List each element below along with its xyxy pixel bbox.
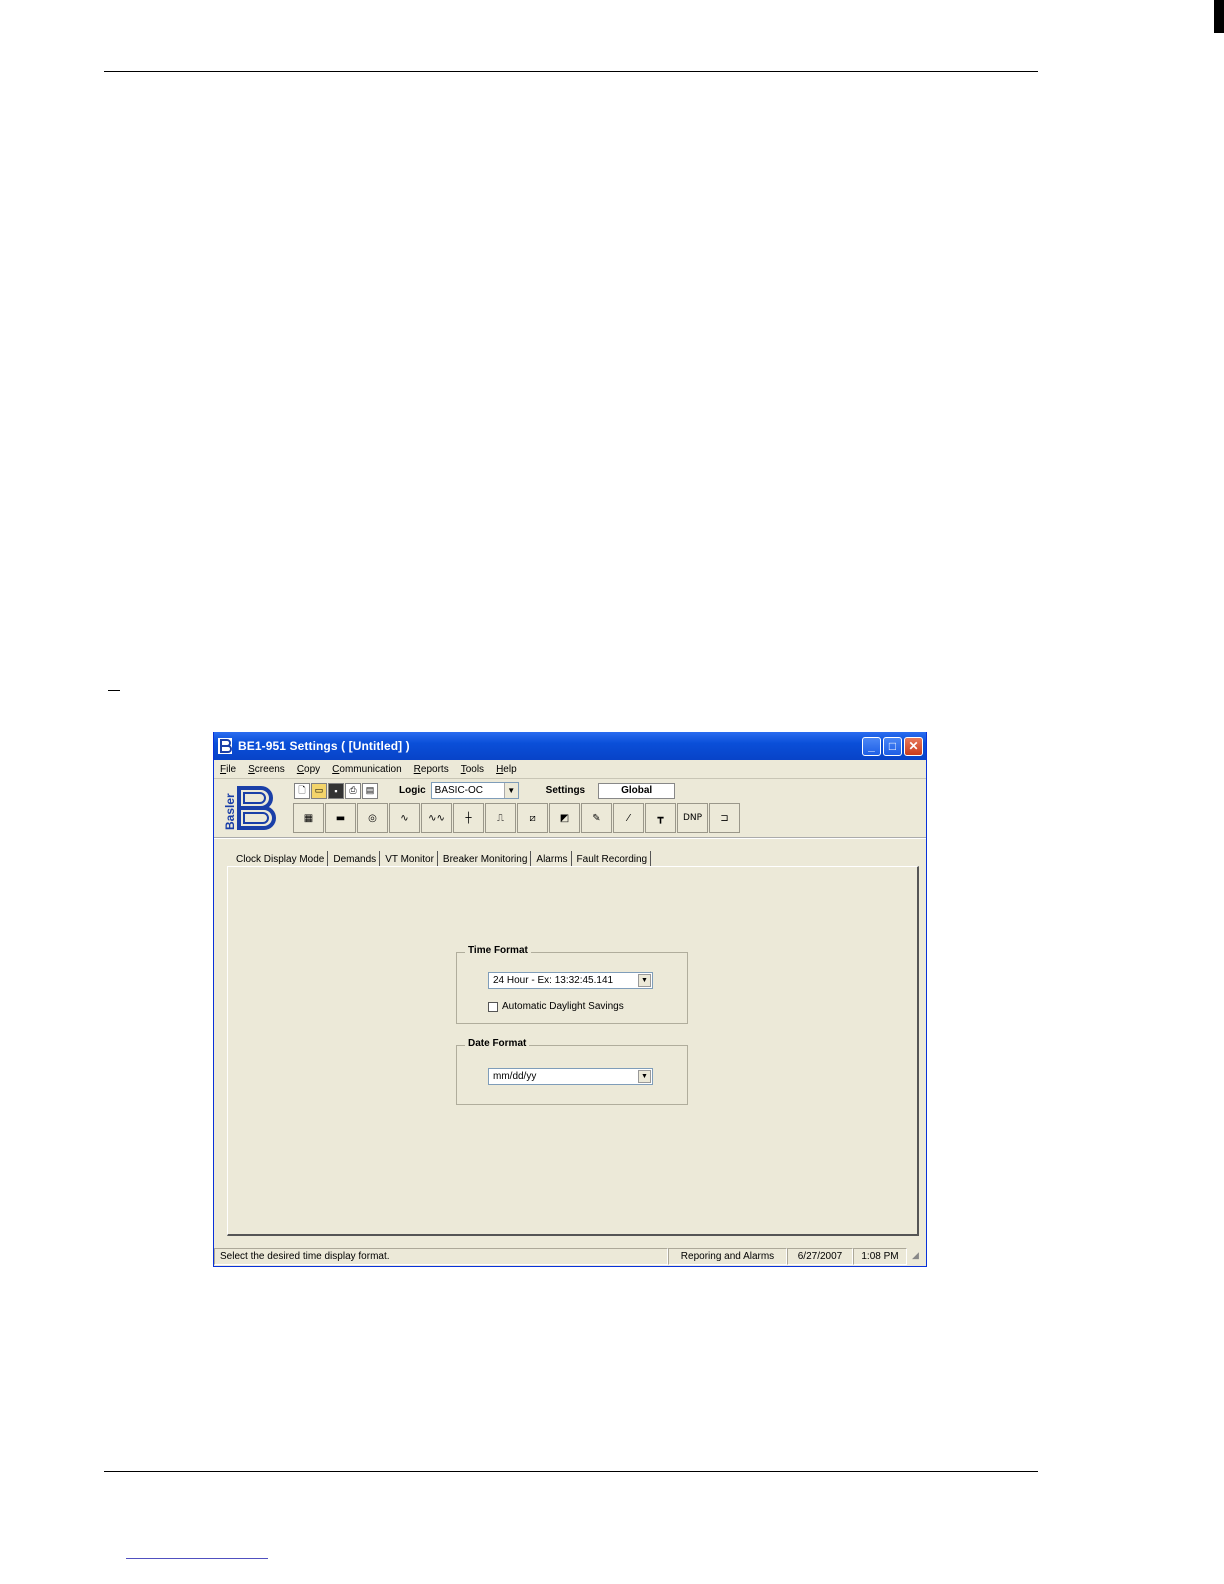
status-date: 6/27/2007 (787, 1248, 853, 1265)
relay-module-icon[interactable]: ▬ (325, 803, 356, 833)
date-format-select[interactable]: mm/dd/yy ▼ (488, 1068, 653, 1085)
footer-link-underline (126, 1558, 268, 1559)
tab-clock-display-mode[interactable]: Clock Display Mode (231, 851, 329, 867)
overcurrent-icon[interactable]: ∿ (389, 803, 420, 833)
properties-icon[interactable]: ▤ (362, 782, 378, 799)
tab-strip: Clock Display Mode Demands VT Monitor Br… (231, 851, 652, 867)
menu-help[interactable]: Help (496, 764, 517, 775)
time-format-legend: Time Format (465, 945, 531, 956)
status-section: Reporing and Alarms (668, 1248, 787, 1265)
time-format-value: 24 Hour - Ex: 13:32:45.141 (493, 975, 614, 986)
new-file-icon[interactable]: 🗋 (294, 782, 310, 799)
tab-alarms[interactable]: Alarms (531, 851, 572, 867)
menu-bar: File Screens Copy Communication Reports … (214, 760, 926, 779)
pulse-icon[interactable]: ⎍ (485, 803, 516, 833)
logic-value: BASIC-OC (434, 785, 484, 796)
open-folder-icon[interactable]: ▭ (311, 782, 327, 799)
date-format-value: mm/dd/yy (493, 1071, 537, 1082)
time-format-select[interactable]: 24 Hour - Ex: 13:32:45.141 ▼ (488, 972, 653, 989)
settings-window: BE1-951 Settings ( [Untitled] ) _ □ ✕ Fi… (213, 732, 927, 1267)
timer-logic-icon[interactable]: ◩ (549, 803, 580, 833)
setting-groups-icon[interactable]: ◎ (357, 803, 388, 833)
inputs-outputs-icon[interactable]: ▦ (293, 803, 324, 833)
ct-vt-icon[interactable]: ┳ (645, 803, 676, 833)
voltage-icon[interactable]: ∿∿ (421, 803, 452, 833)
menu-copy[interactable]: Copy (297, 764, 320, 775)
chevron-down-icon[interactable]: ▼ (503, 783, 518, 798)
print-icon[interactable]: ⎙ (345, 782, 361, 799)
time-format-group: Time Format 24 Hour - Ex: 13:32:45.141 ▼… (456, 945, 688, 1024)
daylight-savings-checkbox[interactable] (488, 1001, 498, 1012)
minimize-button[interactable]: _ (862, 736, 881, 756)
page-bottom-rule (104, 1471, 1038, 1472)
resize-grip-icon[interactable]: ◢ (912, 1250, 926, 1264)
menu-tools[interactable]: Tools (461, 764, 484, 775)
title-bar[interactable]: BE1-951 Settings ( [Untitled] ) _ □ ✕ (214, 732, 926, 760)
menu-communication[interactable]: Communication (332, 764, 402, 775)
basler-logo: Basler (223, 786, 276, 830)
frequency-icon[interactable]: ┼ (453, 803, 484, 833)
menu-reports[interactable]: Reports (414, 764, 449, 775)
side-marker (1214, 0, 1224, 33)
svg-text:Basler: Basler (223, 793, 237, 830)
window-title: BE1-951 Settings ( [Untitled] ) (238, 739, 410, 753)
settings-label: Settings (545, 785, 586, 796)
app-icon (218, 738, 232, 754)
tab-demands[interactable]: Demands (328, 851, 381, 867)
tab-breaker-monitoring[interactable]: Breaker Monitoring (438, 851, 532, 867)
close-button[interactable]: ✕ (904, 736, 923, 756)
status-bar: Select the desired time display format. … (214, 1247, 926, 1266)
date-format-legend: Date Format (465, 1038, 530, 1049)
status-time: 1:08 PM (853, 1248, 907, 1265)
status-message: Select the desired time display format. (214, 1248, 668, 1265)
tab-vt-monitor[interactable]: VT Monitor (380, 851, 438, 867)
daylight-savings-label: Automatic Daylight Savings (502, 1001, 624, 1012)
menu-screens[interactable]: Screens (248, 764, 285, 775)
tab-fault-recording[interactable]: Fault Recording (572, 851, 652, 867)
daylight-savings-option[interactable]: Automatic Daylight Savings (488, 1001, 624, 1012)
chevron-down-icon[interactable]: ▼ (638, 1070, 651, 1083)
current-ratio-icon[interactable]: ⁄ (613, 803, 644, 833)
tab-panel: Time Format 24 Hour - Ex: 13:32:45.141 ▼… (227, 866, 919, 1236)
margin-mark (108, 690, 120, 691)
breaker-control-icon[interactable]: ⧄ (517, 803, 548, 833)
dnp-button[interactable]: DNP (677, 803, 708, 833)
logic-label: Logic (399, 785, 426, 796)
page-top-rule (104, 71, 1038, 72)
menu-file[interactable]: File (220, 764, 236, 775)
plug-icon[interactable]: ⊐ (709, 803, 740, 833)
save-icon[interactable]: ▪ (328, 782, 344, 799)
maximize-button[interactable]: □ (883, 736, 902, 756)
reporting-icon[interactable]: ✎ (581, 803, 612, 833)
settings-group-field: Global (598, 782, 676, 799)
chevron-down-icon[interactable]: ▼ (638, 974, 651, 987)
date-format-group: Date Format mm/dd/yy ▼ (456, 1038, 688, 1105)
toolbar: Basler 🗋 ▭ ▪ ⎙ ▤ Logic BASIC-OC ▼ Settin… (214, 779, 926, 839)
logic-select[interactable]: BASIC-OC ▼ (430, 782, 519, 799)
